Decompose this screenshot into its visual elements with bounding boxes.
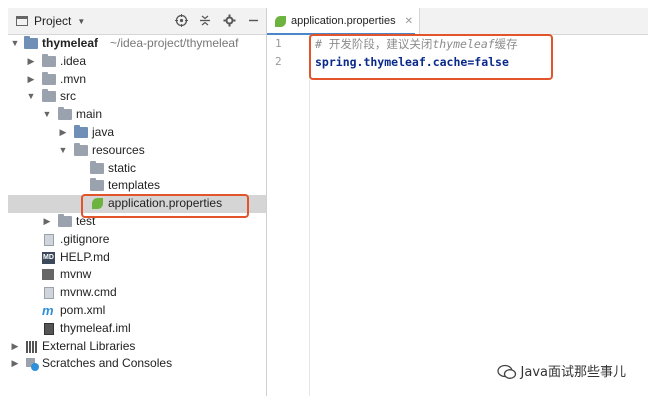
ide-window: Project ▼ ▼ thymeleaf ~/idea-project/thy… (8, 8, 648, 396)
folder-icon (42, 53, 56, 67)
target-icon[interactable] (174, 13, 188, 27)
editor-tabs: application.properties ✕ (267, 8, 648, 35)
script-file-icon (42, 269, 54, 281)
tree-item-idea[interactable]: ▶ .idea (8, 53, 266, 71)
tree-item-label: HELP.md (60, 249, 110, 264)
scratches-icon (26, 358, 39, 372)
settings-icon[interactable] (222, 13, 236, 27)
watermark: Java面试那些事儿 (496, 361, 626, 380)
tree-item-label: static (108, 160, 137, 175)
chevron-right-icon[interactable]: ▶ (42, 213, 52, 231)
source-folder-icon (74, 124, 88, 138)
tree-item-templates[interactable]: templates (8, 177, 266, 195)
tree-item-label: main (76, 107, 103, 122)
tree-item-label: java (92, 124, 115, 139)
maven-icon: m (42, 302, 54, 318)
tree-item-mvnw[interactable]: mvnw (8, 266, 266, 284)
chevron-down-icon[interactable]: ▼ (58, 142, 68, 160)
tree-item-label: src (60, 89, 76, 104)
project-title: Project (34, 14, 72, 28)
chevron-right-icon[interactable]: ▶ (26, 71, 36, 89)
tree-item-gitignore[interactable]: .gitignore (8, 231, 266, 249)
folder-icon (90, 178, 104, 192)
tree-item-label: templates (108, 178, 161, 193)
chevron-down-icon[interactable]: ▼ (10, 35, 20, 53)
tree-item-label: .mvn (60, 71, 87, 86)
tree-item-label: resources (92, 142, 145, 157)
highlight-box-code (309, 34, 553, 80)
tree-item-main[interactable]: ▼ main (8, 106, 266, 124)
tree-item-java[interactable]: ▶ java (8, 124, 266, 142)
folder-icon (42, 89, 56, 103)
tree-item-scratches[interactable]: ▶ Scratches and Consoles (8, 355, 266, 373)
project-view-selector[interactable]: Project ▼ (16, 14, 85, 28)
tree-item-label: thymeleaf.iml (60, 320, 131, 335)
chevron-down-icon[interactable]: ▼ (42, 106, 52, 124)
chevron-right-icon[interactable]: ▶ (10, 355, 20, 373)
tree-item-static[interactable]: static (8, 160, 266, 178)
resources-folder-icon (74, 142, 88, 156)
tree-item-label: .gitignore (60, 231, 110, 246)
tree-item-label: .idea (60, 53, 87, 68)
library-icon (26, 340, 38, 353)
folder-icon (58, 107, 72, 121)
tree-item-mvnw-cmd[interactable]: mvnw.cmd (8, 284, 266, 302)
watermark-text: Java面试那些事儿 (520, 365, 626, 380)
highlight-box-tree (81, 194, 249, 218)
folder-icon (90, 160, 104, 174)
tree-item-path: ~/idea-project/thymeleaf (110, 36, 239, 50)
tree-item-src[interactable]: ▼ src (8, 88, 266, 106)
project-panel: Project ▼ ▼ thymeleaf ~/idea-project/thy… (8, 8, 267, 396)
tree-item-label: pom.xml (60, 302, 106, 317)
collapse-icon[interactable] (198, 13, 212, 27)
minimize-icon[interactable] (246, 13, 260, 27)
chevron-right-icon[interactable]: ▶ (26, 53, 36, 71)
chevron-right-icon[interactable]: ▶ (58, 124, 68, 142)
tree-item-label: mvnw (60, 267, 92, 282)
tree-item-label: thymeleaf (42, 36, 99, 50)
folder-icon (42, 71, 56, 85)
line-number: 1 (275, 37, 282, 50)
chevron-down-icon: ▼ (77, 16, 86, 26)
folder-icon (58, 213, 72, 227)
editor-panel: application.properties ✕ 1 2 # 开发阶段，建议关闭… (267, 8, 648, 396)
tab-application-properties[interactable]: application.properties ✕ (267, 8, 420, 34)
gitignore-file-icon (44, 233, 54, 246)
markdown-file-icon: MD (42, 251, 55, 264)
project-panel-header: Project ▼ (8, 8, 266, 35)
tree-item-thymeleaf-iml[interactable]: thymeleaf.iml (8, 320, 266, 338)
tree-item-thymeleaf[interactable]: ▼ thymeleaf ~/idea-project/thymeleaf (8, 35, 266, 53)
line-number-gutter: 1 2 (267, 35, 310, 396)
tab-label: application.properties (291, 15, 396, 27)
tree-item-label: Scratches and Consoles (42, 356, 173, 371)
tree-item-external-libraries[interactable]: ▶ External Libraries (8, 338, 266, 356)
tree-item-pom-xml[interactable]: m pom.xml (8, 302, 266, 320)
project-icon (16, 16, 28, 26)
tree-item-resources[interactable]: ▼ resources (8, 142, 266, 160)
module-folder-icon (24, 36, 38, 49)
iml-file-icon (44, 322, 54, 335)
chevron-right-icon[interactable]: ▶ (10, 338, 20, 356)
text-file-icon (44, 287, 54, 300)
tree-item-label: mvnw.cmd (60, 285, 117, 300)
spring-leaf-icon (275, 15, 286, 27)
line-number: 2 (275, 55, 282, 68)
tree-item-label: External Libraries (42, 338, 136, 353)
chevron-down-icon[interactable]: ▼ (26, 88, 36, 106)
tree-item-help-md[interactable]: MD HELP.md (8, 249, 266, 267)
wechat-icon (496, 364, 516, 379)
close-icon[interactable]: ✕ (405, 16, 413, 27)
tree-item-mvn[interactable]: ▶ .mvn (8, 71, 266, 89)
